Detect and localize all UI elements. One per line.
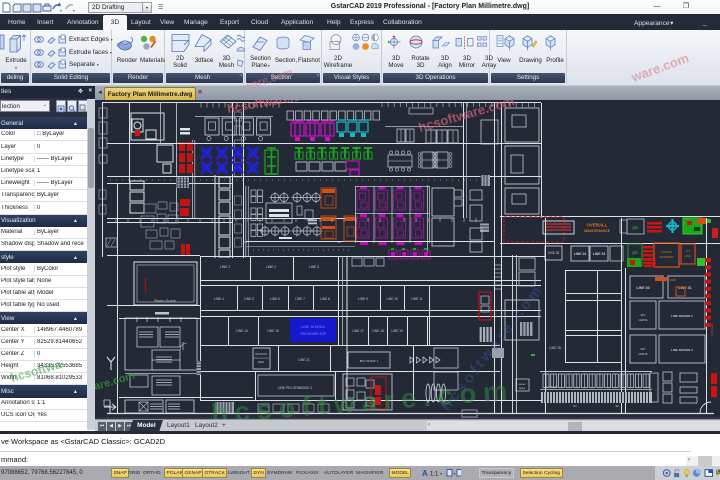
svg-text:GMATE: GMATE xyxy=(638,352,647,356)
svg-text:YRD MODEL EXP: YRD MODEL EXP xyxy=(300,332,326,336)
svg-text:GMATE: GMATE xyxy=(638,318,647,322)
svg-text:LINE 6: LINE 6 xyxy=(270,297,280,301)
svg-text:▾: ▾ xyxy=(60,8,62,13)
svg-text:VACATION: VACATION xyxy=(255,353,267,356)
svg-text:RELAX: RELAX xyxy=(518,383,526,386)
svg-text:LINE 14: LINE 14 xyxy=(236,329,248,333)
svg-text:MAINTENANCE: MAINTENANCE xyxy=(584,229,611,233)
svg-text:LIYANG: LIYANG xyxy=(661,250,672,254)
svg-text:LINE 3: LINE 3 xyxy=(309,265,319,269)
svg-text:SHIPMENT: SHIPMENT xyxy=(659,255,674,259)
svg-text:LINE 19: LINE 19 xyxy=(391,329,403,333)
svg-text:STORAGE: STORAGE xyxy=(710,323,714,336)
svg-text:LINE 4: LINE 4 xyxy=(214,297,224,301)
svg-text:LINE 25: LINE 25 xyxy=(547,385,558,389)
svg-text:LINE DESIGN 2: LINE DESIGN 2 xyxy=(671,314,693,318)
svg-text:Room Guest: Room Guest xyxy=(154,299,176,303)
svg-text:LINE 16 AREA: LINE 16 AREA xyxy=(301,325,325,329)
svg-text:LINE 9: LINE 9 xyxy=(358,297,368,301)
svg-text:S1: S1 xyxy=(573,404,577,408)
svg-text:AREA: AREA xyxy=(258,361,265,364)
svg-text:BAY WORK 1: BAY WORK 1 xyxy=(360,359,379,363)
svg-text:LINE 33: LINE 33 xyxy=(574,252,587,256)
svg-text:LINE 32: LINE 32 xyxy=(548,251,560,255)
svg-text:▾: ▾ xyxy=(73,8,75,13)
svg-text:LINE 10: LINE 10 xyxy=(386,297,398,301)
svg-text:LINE 28: LINE 28 xyxy=(549,346,561,350)
svg-text:pin: pin xyxy=(632,250,638,255)
svg-text:S2: S2 xyxy=(615,404,619,408)
svg-text:POZZI: POZZI xyxy=(668,278,676,282)
svg-text:1:1: 1:1 xyxy=(430,472,439,478)
svg-text:LINE 5: LINE 5 xyxy=(244,297,254,301)
svg-text:LINE 34: LINE 34 xyxy=(593,252,606,256)
svg-text:LINE 2: LINE 2 xyxy=(266,265,276,269)
svg-text:OVERALL: OVERALL xyxy=(587,223,608,228)
svg-text:LINE 15: LINE 15 xyxy=(267,329,279,333)
svg-text:PRODUCTION: PRODUCTION xyxy=(254,358,269,360)
svg-text:LIY: LIY xyxy=(686,249,690,253)
svg-text:A: A xyxy=(422,469,428,478)
svg-text:WC: WC xyxy=(641,313,647,317)
svg-text:LINE 8: LINE 8 xyxy=(320,297,330,301)
svg-text:LINE 18: LINE 18 xyxy=(372,329,384,333)
svg-text:pin: pin xyxy=(632,225,639,230)
svg-text:ANG: ANG xyxy=(685,254,691,258)
svg-text:LINE DESIGN 3: LINE DESIGN 3 xyxy=(671,348,693,352)
svg-text:LINE PIN GRINDING 1: LINE PIN GRINDING 1 xyxy=(278,386,313,390)
svg-text:WC: WC xyxy=(641,347,647,351)
svg-text:LINE 30: LINE 30 xyxy=(636,286,649,290)
svg-text:▾: ▾ xyxy=(440,471,442,476)
svg-text:AREA: AREA xyxy=(519,387,525,390)
svg-text:LINE 17: LINE 17 xyxy=(352,329,364,333)
svg-text:LINE 11: LINE 11 xyxy=(411,297,423,301)
svg-text:LINE 7: LINE 7 xyxy=(295,297,305,301)
svg-text:LINE 1: LINE 1 xyxy=(220,265,230,269)
svg-text:LINE 21: LINE 21 xyxy=(298,358,310,362)
svg-text:▾: ▾ xyxy=(454,471,456,476)
